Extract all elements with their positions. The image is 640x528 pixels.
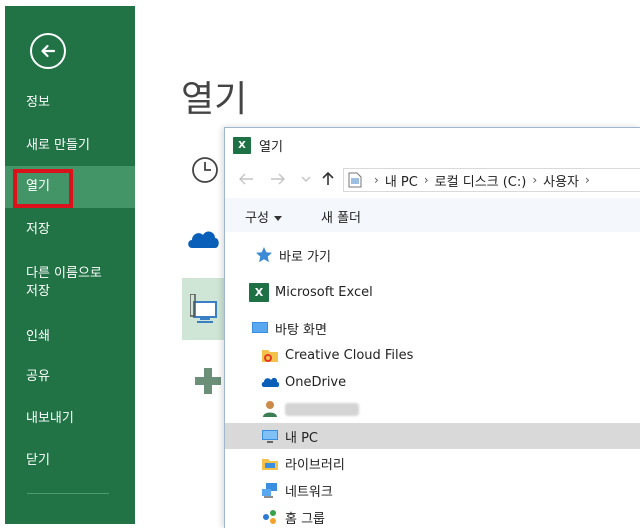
tree-item-this-pc[interactable]: 내 PC [225, 423, 640, 449]
sidebar-item-new[interactable]: 새로 만들기 [5, 137, 135, 155]
sidebar-divider [27, 493, 109, 494]
tree-item-quick-access[interactable]: 바로 가기 [225, 242, 640, 268]
back-button[interactable] [30, 33, 66, 69]
tree-item-user-folder[interactable] [225, 396, 640, 422]
tree-item-desktop[interactable]: 바탕 화면 [225, 315, 640, 341]
dialog-toolbar: 구성 새 폴더 [225, 198, 640, 232]
breadcrumb-separator-icon: › [423, 173, 429, 187]
breadcrumb-item[interactable]: 로컬 디스크 (C:) [435, 171, 527, 190]
tree-item-network[interactable]: 네트워크 [225, 477, 640, 503]
organize-label: 구성 [245, 211, 269, 226]
arrow-left-icon [239, 173, 253, 185]
dialog-title-bar: X 열기 [233, 135, 283, 155]
organize-button[interactable]: 구성 [245, 207, 282, 226]
arrow-left-icon [41, 44, 56, 58]
open-file-dialog: X 열기 › 내 PC › 로컬 디스크 (C:) › 사용자 › 구성 새 폴… [224, 127, 640, 528]
breadcrumb-separator-icon: › [532, 173, 538, 187]
up-level-button[interactable] [319, 170, 337, 188]
highlight-annotation [13, 169, 73, 208]
address-bar[interactable]: › 내 PC › 로컬 디스크 (C:) › 사용자 › [343, 168, 640, 192]
breadcrumb-item[interactable]: 사용자 [543, 171, 579, 190]
library-icon [262, 459, 278, 470]
excel-backstage-window: 정보 새로 만들기 열기 저장 다른 이름으로 저장 인쇄 공유 내보내기 닫기… [0, 0, 640, 528]
computer-icon [262, 430, 278, 443]
recent-locations-button[interactable] [297, 170, 315, 188]
add-place-icon[interactable] [193, 366, 223, 396]
caret-down-icon [273, 216, 282, 221]
tree-item-label: OneDrive [285, 374, 347, 390]
recent-clock-icon[interactable] [190, 155, 220, 185]
excel-icon: X [233, 136, 251, 154]
tree-item-label: 내 PC [285, 430, 319, 446]
sidebar-item-save-as[interactable]: 다른 이름으로 저장 [5, 265, 135, 301]
breadcrumb-item[interactable]: 내 PC [385, 171, 418, 190]
tree-item-label: 네트워크 [285, 484, 333, 500]
creative-cloud-folder-icon [262, 350, 278, 362]
sidebar-item-save[interactable]: 저장 [5, 221, 135, 239]
tree-item-label: Creative Cloud Files [285, 347, 414, 363]
tree-item-libraries[interactable]: 라이브러리 [225, 450, 640, 476]
breadcrumb-separator-icon: › [374, 173, 379, 187]
tree-item-label: 라이브러리 [285, 457, 345, 473]
breadcrumb-separator-icon: › [585, 173, 590, 187]
network-icon [262, 483, 277, 498]
tree-item-microsoft-excel[interactable]: X Microsoft Excel [225, 279, 640, 305]
forward-nav-button[interactable] [269, 170, 287, 188]
onedrive-icon [261, 377, 279, 387]
sidebar-item-share[interactable]: 공유 [5, 368, 135, 386]
navigation-bar: › 내 PC › 로컬 디스크 (C:) › 사용자 › [225, 164, 640, 194]
computer-icon [190, 294, 217, 323]
sidebar-item-export[interactable]: 내보내기 [5, 410, 135, 428]
sidebar-item-info[interactable]: 정보 [5, 94, 135, 112]
dialog-title: 열기 [259, 139, 283, 155]
tree-item-label: 바로 가기 [279, 249, 331, 265]
excel-icon: X [249, 282, 269, 302]
desktop-icon [252, 322, 268, 333]
star-icon [256, 247, 272, 263]
sidebar-item-close[interactable]: 닫기 [5, 452, 135, 470]
user-icon [263, 401, 277, 417]
tree-item-creative-cloud-files[interactable]: Creative Cloud Files [225, 342, 640, 368]
tree-item-onedrive[interactable]: OneDrive [225, 369, 640, 395]
tree-item-homegroup[interactable]: 홈 그룹 [225, 504, 640, 528]
document-icon [348, 172, 362, 188]
tree-item-label [285, 402, 359, 416]
sidebar-item-print[interactable]: 인쇄 [5, 328, 135, 346]
onedrive-icon[interactable] [186, 226, 220, 252]
tree-item-label: 홈 그룹 [285, 511, 326, 527]
backstage-sidebar: 정보 새로 만들기 열기 저장 다른 이름으로 저장 인쇄 공유 내보내기 닫기 [5, 6, 135, 524]
tree-item-label: 바탕 화면 [275, 322, 327, 338]
arrow-right-icon [271, 173, 285, 185]
tree-item-label: Microsoft Excel [275, 284, 373, 300]
homegroup-icon [263, 510, 276, 524]
chevron-down-icon [301, 176, 311, 182]
new-folder-button[interactable]: 새 폴더 [321, 207, 361, 226]
page-title: 열기 [181, 79, 248, 120]
arrow-up-icon [322, 172, 334, 185]
back-nav-button[interactable] [237, 170, 255, 188]
this-pc-tile[interactable] [182, 278, 224, 340]
